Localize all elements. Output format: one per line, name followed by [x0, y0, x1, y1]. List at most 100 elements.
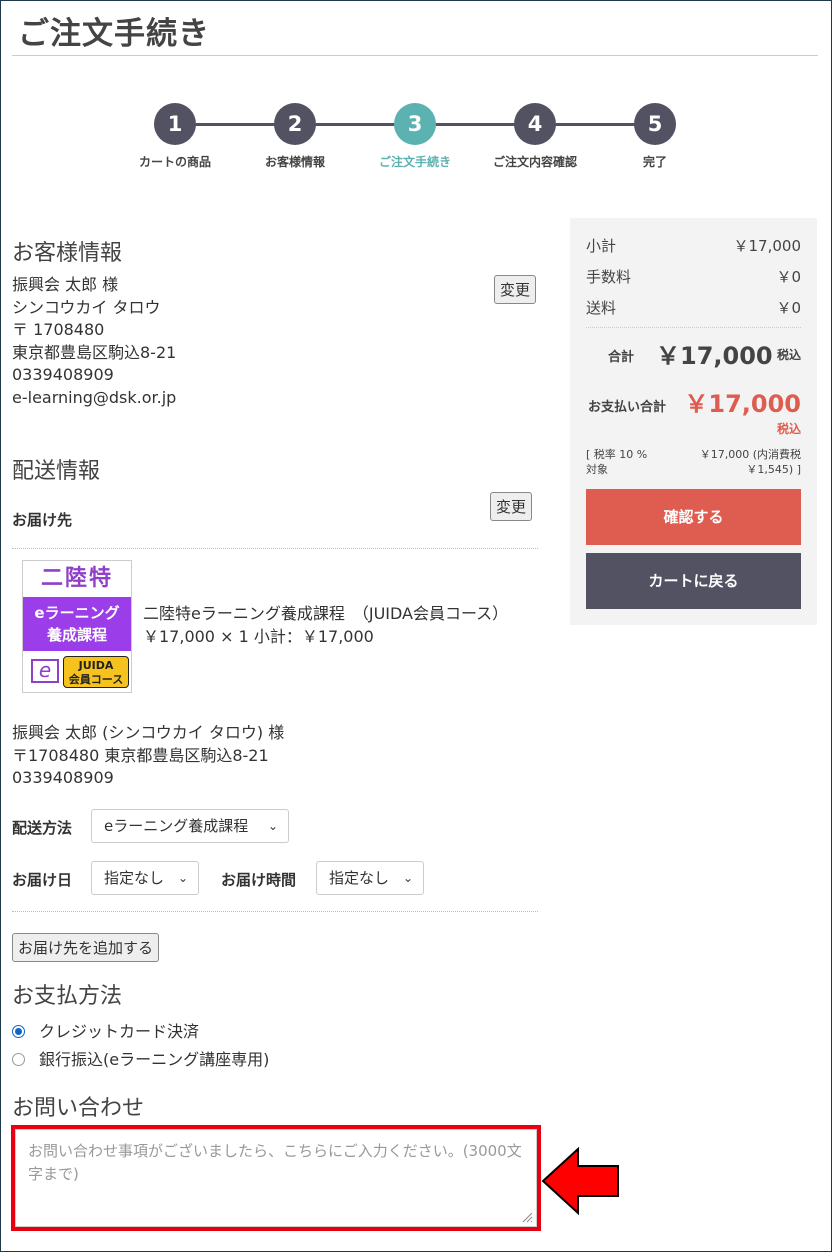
step-label: ご注文内容確認: [492, 155, 577, 169]
step-number: 3: [394, 103, 436, 145]
shipping-change-button[interactable]: 変更: [490, 492, 533, 521]
recipient-details: 振興会 太郎 (シンコウカイ タロウ) 様 〒1708480 東京都豊島区駒込8…: [12, 722, 284, 790]
step-order-confirm: 4 ご注文内容確認: [465, 100, 605, 170]
customer-section-title: お客様情報: [12, 241, 123, 266]
payment-total-row: お支払い合計 ￥17,000 税込: [586, 384, 801, 440]
delivery-method-value: eラーニング養成課程: [104, 817, 249, 835]
chevron-down-icon: ⌄: [177, 871, 188, 885]
total-label: 合計: [608, 350, 635, 365]
tax-rate-line1: [ 税率 10 %: [586, 448, 648, 461]
title-divider: [12, 55, 818, 56]
payment-option-credit[interactable]: クレジットカード決済: [12, 1018, 199, 1042]
customer-kana: シンコウカイ タロウ: [12, 297, 161, 317]
step-label: 完了: [642, 155, 667, 169]
product-image-badges: e JUIDA 会員コース: [23, 651, 131, 692]
step-number: 1: [154, 103, 196, 145]
delivery-date-select[interactable]: 指定なし ⌄: [91, 861, 199, 895]
chevron-down-icon: ⌄: [267, 819, 278, 833]
step-label: カートの商品: [138, 155, 211, 169]
delivery-method-select[interactable]: eラーニング養成課程 ⌄: [91, 809, 289, 843]
delivery-date-label: お届け日: [12, 871, 73, 889]
customer-phone: 0339408909: [12, 365, 114, 384]
progress-steps: 1 カートの商品 2 お客様情報 3 ご注文手続き 4 ご注文内容確認 5 完了: [0, 100, 832, 180]
chevron-down-icon: ⌄: [402, 871, 413, 885]
total-row: 合計 ￥17,000 税込: [586, 336, 801, 370]
delivery-time-select[interactable]: 指定なし ⌄: [316, 861, 424, 895]
customer-change-button[interactable]: 変更: [494, 275, 537, 304]
customer-address: 東京都豊島区駒込8-21: [12, 342, 177, 362]
customer-email: e-learning@dsk.or.jp: [12, 387, 177, 407]
subtotal-value: ￥17,000: [733, 237, 802, 255]
product-image-band: eラーニング 養成課程: [23, 597, 131, 651]
inquiry-textarea[interactable]: [15, 1129, 537, 1227]
fee-value: ￥0: [776, 268, 801, 286]
customer-postal: 〒 1708480: [12, 320, 105, 339]
tax-rate-line2: 対象: [586, 463, 608, 476]
step-label: お客様情報: [264, 155, 325, 169]
payment-option-bank[interactable]: 銀行振込(eラーニング講座専用): [12, 1046, 269, 1070]
product-image-title: 二陸特: [40, 566, 113, 591]
delivery-time-label: お届け時間: [221, 871, 297, 889]
step-customer-info: 2 お客様情報: [225, 100, 365, 170]
add-destination-button[interactable]: お届け先を追加する: [12, 933, 160, 962]
payment-option-label: クレジットカード決済: [39, 1022, 200, 1041]
product-info: 二陸特eラーニング養成課程 （JUIDA会員コース） ￥17,000 × 1 小…: [143, 603, 508, 648]
step-label: ご注文手続き: [378, 155, 451, 169]
payment-section-title: お支払方法: [12, 984, 123, 1009]
divider: [12, 548, 538, 549]
divider: [12, 911, 538, 912]
shipping-fee-row: 送料 ￥0: [586, 297, 801, 318]
inquiry-highlight-box: [11, 1125, 541, 1231]
step-number: 4: [514, 103, 556, 145]
step-number: 5: [634, 103, 676, 145]
juida-badge-line1: JUIDA: [78, 659, 114, 672]
delivery-time-value: 指定なし: [329, 869, 390, 887]
customer-name: 振興会 太郎 様: [12, 275, 119, 294]
shipping-fee-value: ￥0: [776, 299, 801, 317]
payment-option-label: 銀行振込(eラーニング講座専用): [39, 1050, 270, 1069]
recipient-address: 〒1708480 東京都豊島区駒込8-21: [12, 745, 269, 765]
tax-amount: ￥17,000 (内消費税 ￥1,545) ]: [700, 447, 801, 477]
total-value: ￥17,000: [656, 342, 773, 370]
step-cart: 1 カートの商品: [105, 100, 245, 170]
red-arrow-icon: [541, 1146, 619, 1216]
order-summary: 小計 ￥17,000 手数料 ￥0 送料 ￥0 合計 ￥17,000 税込 お支…: [570, 218, 817, 625]
step-complete: 5 完了: [585, 100, 725, 170]
customer-details: 振興会 太郎 様 シンコウカイ タロウ 〒 1708480 東京都豊島区駒込8-…: [12, 274, 176, 409]
fee-row: 手数料 ￥0: [586, 266, 801, 287]
confirm-button[interactable]: 確認する: [586, 489, 801, 545]
payment-total-label: お支払い合計: [588, 400, 667, 415]
summary-divider: [586, 327, 801, 328]
step-order-procedure: 3 ご注文手続き: [345, 100, 485, 170]
payment-total-value: ￥17,000: [684, 390, 801, 418]
recipient-name: 振興会 太郎 (シンコウカイ タロウ) 様: [12, 723, 285, 742]
total-tax-label: 税込: [776, 348, 801, 362]
payment-total-tax-label: 税込: [776, 422, 801, 436]
inquiry-section-title: お問い合わせ: [12, 1096, 145, 1121]
radio-button[interactable]: [12, 1053, 25, 1066]
destination-label: お届け先: [12, 511, 73, 529]
radio-button-checked[interactable]: [12, 1025, 25, 1038]
subtotal-row: 小計 ￥17,000: [586, 235, 801, 256]
recipient-phone: 0339408909: [12, 768, 114, 787]
product-image-line2: eラーニング: [34, 604, 120, 622]
delivery-date-value: 指定なし: [104, 869, 165, 887]
juida-badge-line2: 会員コース: [68, 673, 124, 686]
tax-rate: [ 税率 10 % 対象: [586, 447, 647, 477]
juida-badge: JUIDA 会員コース: [63, 656, 129, 688]
subtotal-label: 小計: [586, 237, 617, 255]
product-image: 二陸特 eラーニング 養成課程 e JUIDA 会員コース: [22, 560, 132, 693]
product-name: 二陸特eラーニング養成課程 （JUIDA会員コース）: [143, 604, 509, 623]
shipping-fee-label: 送料: [586, 299, 617, 317]
resize-grip-icon[interactable]: [521, 1211, 533, 1223]
step-number: 2: [274, 103, 316, 145]
back-to-cart-button[interactable]: カートに戻る: [586, 553, 801, 609]
product-image-line3: 養成課程: [46, 626, 107, 644]
delivery-method-label: 配送方法: [12, 819, 73, 837]
elearning-logo-icon: e: [31, 659, 59, 683]
tax-amount-line2: ￥1,545) ]: [746, 463, 801, 476]
tax-amount-line1: ￥17,000 (内消費税: [699, 448, 801, 461]
product-price: ￥17,000 × 1 小計：￥17,000: [143, 626, 374, 646]
page-title: ご注文手続き: [18, 16, 210, 52]
shipping-section-title: 配送情報: [12, 459, 101, 484]
